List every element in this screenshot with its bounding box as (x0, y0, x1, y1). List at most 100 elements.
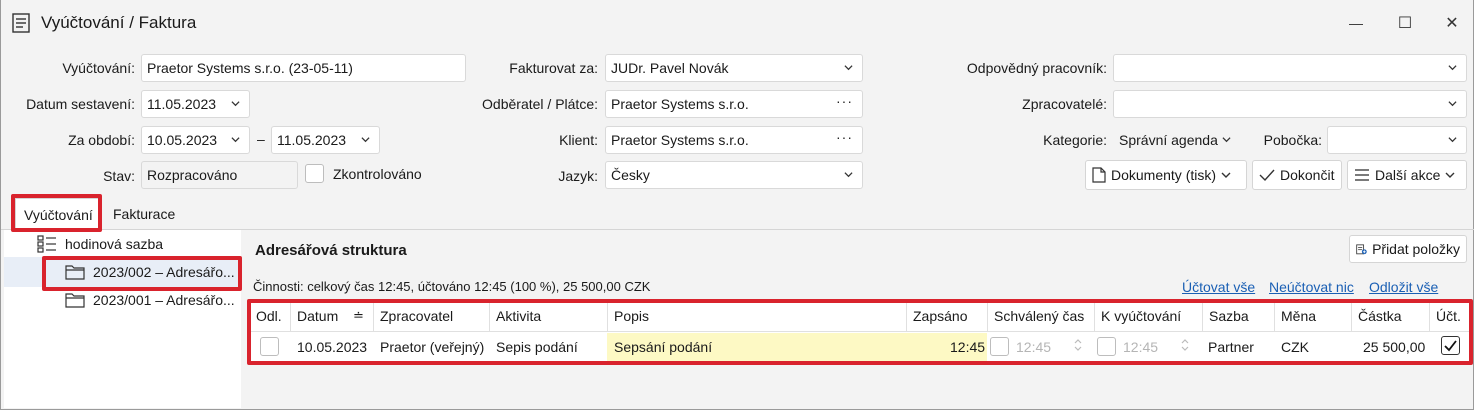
vyuctovani-value: Praetor Systems s.r.o. (23-05-11) (147, 60, 353, 76)
folder-icon (65, 293, 85, 308)
tab-vyuctovani-label: Vyúčtování (24, 207, 93, 223)
document-icon (12, 13, 30, 36)
chevron-down-icon (844, 172, 853, 178)
col-separator (1429, 302, 1430, 332)
tree-root-label: hodinová sazba (65, 236, 164, 252)
col-datum[interactable]: Datum (297, 303, 338, 331)
window-title: Vyúčtování / Faktura (41, 13, 197, 32)
spinner-icon[interactable] (1073, 337, 1083, 356)
col-k-vyuctovani[interactable]: K vyúčtování (1101, 303, 1181, 331)
kategorie-select[interactable]: Správní agenda (1113, 126, 1241, 154)
more-dots-icon[interactable]: ··· (836, 93, 853, 109)
neuctovat-nic-link[interactable]: Neúčtovat nic (1269, 279, 1354, 295)
app-window: Vyúčtování / Faktura — ☐ ✕ Vyúčtování: P… (0, 0, 1474, 410)
odberatel-field[interactable]: Praetor Systems s.r.o. ··· (605, 90, 863, 118)
col-separator (489, 302, 490, 332)
pobocka-select[interactable] (1327, 126, 1467, 154)
zpracovatele-select[interactable] (1113, 90, 1467, 118)
col-popis[interactable]: Popis (614, 303, 649, 331)
close-icon: ✕ (1445, 15, 1459, 32)
uct-checkbox[interactable] (1441, 336, 1460, 355)
chevron-down-icon (231, 137, 240, 143)
vyuctovani-field[interactable]: Praetor Systems s.r.o. (23-05-11) (141, 54, 466, 82)
col-separator (987, 302, 988, 332)
tree-list-icon (37, 235, 56, 253)
cell-aktivita: Sepis podání (496, 339, 578, 355)
add-items-icon (1356, 244, 1367, 255)
folder-icon (65, 265, 85, 280)
stav-field: Rozpracováno (141, 161, 298, 189)
schvaleny-cas-checkbox[interactable] (990, 337, 1009, 356)
more-dots-icon[interactable]: ··· (836, 129, 853, 145)
col-zpracovatel[interactable]: Zpracovatel (380, 303, 453, 331)
dokumenty-button[interactable]: Dokumenty (tisk) (1085, 160, 1247, 190)
odlozit-vse-link[interactable]: Odložit vše (1369, 279, 1438, 295)
cell-zapsano: 12:45 (950, 339, 986, 355)
tab-vyuctovani[interactable]: Vyúčtování (15, 198, 102, 230)
jazyk-select[interactable]: Česky (605, 161, 863, 189)
chevron-down-icon (1448, 137, 1457, 143)
klient-field[interactable]: Praetor Systems s.r.o. ··· (605, 126, 863, 154)
col-sazba[interactable]: Sazba (1209, 303, 1249, 331)
col-schvaleny-cas[interactable]: Schválený čas (994, 303, 1084, 331)
odpovedny-label: Odpovědný pracovník: (966, 60, 1107, 76)
zkontrolovano-checkbox[interactable] (305, 164, 324, 183)
col-castka[interactable]: Částka (1358, 303, 1402, 331)
grid-header-divider (250, 331, 1471, 332)
tab-fakturace[interactable]: Fakturace (105, 198, 183, 230)
document-icon (1092, 167, 1106, 183)
pridat-polozky-label: Přidat položky (1372, 241, 1460, 257)
dalsi-akce-label: Další akce (1375, 167, 1441, 183)
kategorie-value: Správní agenda (1119, 132, 1218, 148)
vyuctovani-label: Vyúčtování: (62, 60, 135, 76)
dokoncit-button[interactable]: Dokončit (1252, 160, 1342, 190)
col-odl[interactable]: Odl. (256, 303, 282, 331)
summary-text: Činnosti: celkový čas 12:45, účtováno 12… (253, 279, 651, 294)
tree-item-label: 2023/002 – Adresářo... (93, 264, 235, 280)
col-mena[interactable]: Měna (1281, 303, 1316, 331)
za-obdobi-from-field[interactable]: 10.05.2023 (141, 126, 250, 154)
uctovat-vse-link[interactable]: Účtovat vše (1182, 279, 1255, 295)
cell-mena: CZK (1281, 339, 1309, 355)
dokumenty-label: Dokumenty (tisk) (1111, 167, 1217, 183)
sort-icon: ≐ (353, 308, 364, 323)
k-vyuctovani-checkbox[interactable] (1097, 337, 1116, 356)
tree-item-2023-001[interactable]: 2023/001 – Adresářo... (65, 292, 235, 308)
fakturovat-za-select[interactable]: JUDr. Pavel Novák (605, 54, 863, 82)
maximize-button[interactable]: ☐ (1390, 10, 1420, 36)
odberatel-value: Praetor Systems s.r.o. (611, 96, 749, 112)
chevron-down-icon (1445, 172, 1455, 178)
odpovedny-select[interactable] (1113, 54, 1467, 82)
cell-zpracovatel: Praetor (veřejný) (380, 339, 485, 355)
tree-root[interactable]: hodinová sazba (37, 235, 163, 253)
minimize-icon: — (1349, 15, 1363, 31)
title-bar: Vyúčtování / Faktura — ☐ ✕ (1, 0, 1474, 46)
cell-datum: 10.05.2023 (297, 339, 368, 355)
odl-checkbox[interactable] (260, 337, 279, 356)
zpracovatele-label: Zpracovatelé: (1022, 96, 1107, 112)
pridat-polozky-button[interactable]: Přidat položky (1349, 235, 1467, 263)
tree-item-2023-002[interactable]: 2023/002 – Adresářo... (65, 264, 235, 280)
col-separator (373, 302, 374, 332)
col-separator (607, 302, 608, 332)
cell-popis[interactable]: Sepsání podání (614, 334, 712, 361)
menu-lines-icon (1355, 169, 1369, 181)
col-zapsano[interactable]: Zapsáno (913, 303, 967, 331)
datum-sestaveni-field[interactable]: 11.05.2023 (141, 90, 250, 118)
pobocka-label: Pobočka: (1263, 132, 1322, 148)
kategorie-label: Kategorie: (1043, 132, 1107, 148)
minimize-button[interactable]: — (1341, 10, 1371, 36)
dokoncit-label: Dokončit (1280, 167, 1335, 183)
cell-castka: 25 500,00 (1363, 339, 1426, 355)
dalsi-akce-button[interactable]: Další akce (1347, 160, 1467, 190)
close-button[interactable]: ✕ (1437, 10, 1467, 36)
spinner-icon[interactable] (1180, 337, 1190, 356)
za-obdobi-to-field[interactable]: 11.05.2023 (271, 126, 380, 154)
za-obdobi-label: Za období: (68, 132, 135, 148)
klient-value: Praetor Systems s.r.o. (611, 132, 749, 148)
col-aktivita[interactable]: Aktivita (496, 303, 541, 331)
chevron-down-icon (844, 65, 853, 71)
chevron-down-icon (1221, 172, 1231, 178)
col-uct[interactable]: Účt. (1436, 303, 1461, 331)
chevron-down-icon (1448, 101, 1457, 107)
